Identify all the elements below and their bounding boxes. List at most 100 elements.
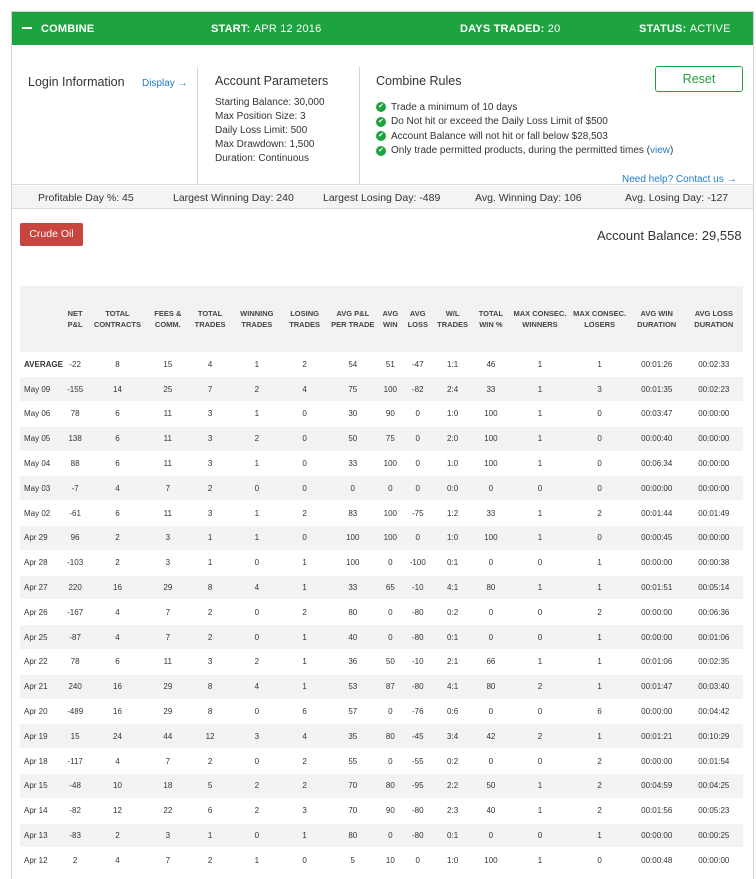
table-cell: 00:00:40 xyxy=(641,434,673,444)
table-cell: 2 xyxy=(302,508,307,518)
rule-item: ✔ Do Not hit or exceed the Daily Loss Lim… xyxy=(376,115,673,130)
table-cell: 80 xyxy=(385,731,395,741)
table-cell: 2:2 xyxy=(447,781,459,791)
table-cell: 4 xyxy=(115,855,120,865)
contact-us-link[interactable]: Need help? Contact us → xyxy=(622,174,737,185)
table-cell: 2 xyxy=(302,359,307,369)
table-row: Apr 22 78 6 11 3 2 1 36 50 -10 2:1 66 1 1 00:01:06 00:0… xyxy=(20,650,743,675)
table-cell: 2 xyxy=(207,632,213,642)
table-cell: 6 xyxy=(115,657,120,667)
table-cell: -45 xyxy=(411,731,424,741)
table-cell: 96 xyxy=(70,533,80,543)
table-cell: 1:1 xyxy=(447,359,459,369)
crude-oil-button[interactable]: Crude Oil xyxy=(20,223,83,246)
table-cell: 57 xyxy=(348,707,358,717)
table-cell: 12 xyxy=(205,731,215,741)
table-cell: 2 xyxy=(115,558,120,568)
table-cell: 25 xyxy=(163,384,173,394)
table-cell: 12 xyxy=(113,806,122,816)
row-date: Apr 20 xyxy=(24,707,48,717)
table-cell: 7 xyxy=(165,607,171,617)
table-cell: -100 xyxy=(409,558,426,568)
account-parameters-title: Account Parameters xyxy=(215,74,329,88)
table-cell: 1 xyxy=(302,632,307,642)
combine-label: COMBINE xyxy=(41,23,95,35)
table-cell: 2 xyxy=(207,855,213,865)
average-row: AVERAGE -22 8 15 4 1 2 54 51 -47 1:1 46 1 1 00:01:26 00… xyxy=(20,352,743,377)
table-cell: 0 xyxy=(415,483,420,493)
table-row: Apr 19 15 24 44 12 3 4 35 80 -45 3:4 42 2 1 00:01:21 00… xyxy=(20,723,743,749)
table-cell: 0:6 xyxy=(447,707,459,717)
display-link[interactable]: Display → xyxy=(142,78,188,89)
table-cell: 2:0 xyxy=(447,434,459,444)
table-row: Apr 26 -167 4 7 2 0 2 80 0 -80 0:2 0 0 2 00:00:00 00:06… xyxy=(20,600,743,625)
check-icon: ✔ xyxy=(376,131,386,142)
table-cell: 00:02:35 xyxy=(698,657,730,667)
table-cell: 3 xyxy=(165,831,171,841)
table-cell: 3 xyxy=(597,384,602,394)
row-date: Apr 19 xyxy=(24,731,48,741)
table-cell: 3 xyxy=(254,731,260,741)
table-cell: 0 xyxy=(254,632,260,642)
table-cell: 1 xyxy=(302,583,307,593)
row-date: Apr 27 xyxy=(24,583,48,593)
largest-losing-day-stat: Largest Losing Day: -489 xyxy=(323,192,441,204)
table-cell: 0 xyxy=(415,459,420,469)
starting-balance: Starting Balance: 30,000 xyxy=(215,97,325,108)
table-cell: 3 xyxy=(207,409,213,419)
table-row: May 04 88 6 11 3 1 0 33 100 0 1:0 100 1 0 00:06:34 00:0… xyxy=(20,451,743,476)
table-cell: 00:01:26 xyxy=(641,359,673,369)
table-cell: 220 xyxy=(68,583,82,593)
table-row: May 09 -155 14 25 7 2 4 75 100 -82 2:4 33 1 3 00:01:35… xyxy=(20,376,743,402)
table-cell: 0:1 xyxy=(447,632,459,642)
table-cell: 33 xyxy=(486,384,496,394)
table-cell: 0 xyxy=(302,855,307,865)
row-date: Apr 18 xyxy=(24,756,48,766)
table-cell: 00:01:06 xyxy=(698,632,730,642)
table-cell: 3 xyxy=(165,533,171,543)
table-cell: 55 xyxy=(348,756,358,766)
table-cell: 1 xyxy=(254,359,260,369)
table-cell: 0 xyxy=(537,707,543,717)
reset-button[interactable]: Reset xyxy=(655,66,743,92)
table-cell: 4 xyxy=(115,483,120,493)
view-link[interactable]: view xyxy=(650,145,670,156)
combine-header-bar[interactable]: COMBINE START: APR 12 2016 DAYS TRADED: … xyxy=(12,12,753,45)
rule-text: Only trade permitted products, during th… xyxy=(391,145,651,157)
start-label: START: xyxy=(211,23,251,35)
table-cell: 8 xyxy=(207,682,213,692)
collapse-icon[interactable] xyxy=(22,27,32,29)
table-row: Apr 27 220 16 29 8 4 1 33 65 -10 4:1 80 1 1 00:01:51 00… xyxy=(20,575,743,600)
table-cell: -10 xyxy=(411,583,424,593)
max-position-size: Max Position Size: 3 xyxy=(215,111,306,122)
table-cell: 3 xyxy=(207,434,213,444)
table-cell: 3 xyxy=(207,459,213,469)
table-cell: 00:01:21 xyxy=(641,731,673,741)
table-cell: 00:01:44 xyxy=(641,508,673,518)
table-cell: 33 xyxy=(348,583,358,593)
table-cell: 1:0 xyxy=(447,409,459,419)
table-cell: 4 xyxy=(115,756,120,766)
table-cell: 00:00:00 xyxy=(641,607,673,617)
table-cell: 0 xyxy=(302,533,307,543)
table-cell: 1 xyxy=(302,558,307,568)
column-header: FEES & COMM. xyxy=(154,309,182,329)
table-cell: 1:2 xyxy=(447,508,459,518)
table-cell: 1 xyxy=(302,831,307,841)
table-cell: 2:1 xyxy=(447,657,459,667)
table-cell: 3 xyxy=(165,558,171,568)
table-cell: 1 xyxy=(597,632,602,642)
table-cell: 5 xyxy=(207,781,213,791)
column-header: TOTAL TRADES xyxy=(194,309,226,329)
row-date: Apr 15 xyxy=(24,781,48,791)
table-cell: 8 xyxy=(207,707,213,717)
table-cell: 0 xyxy=(597,434,602,444)
table-row: May 06 78 6 11 3 1 0 30 90 0 1:0 100 1 0 00:03:47 00:00… xyxy=(20,402,743,427)
table-cell: 70 xyxy=(348,781,358,791)
row-date: Apr 29 xyxy=(24,533,48,543)
table-cell: 1 xyxy=(537,657,543,667)
table-cell: 2 xyxy=(254,384,260,394)
table-cell: 100 xyxy=(383,459,397,469)
table-cell: 78 xyxy=(70,657,80,667)
table-cell: 15 xyxy=(70,731,80,741)
